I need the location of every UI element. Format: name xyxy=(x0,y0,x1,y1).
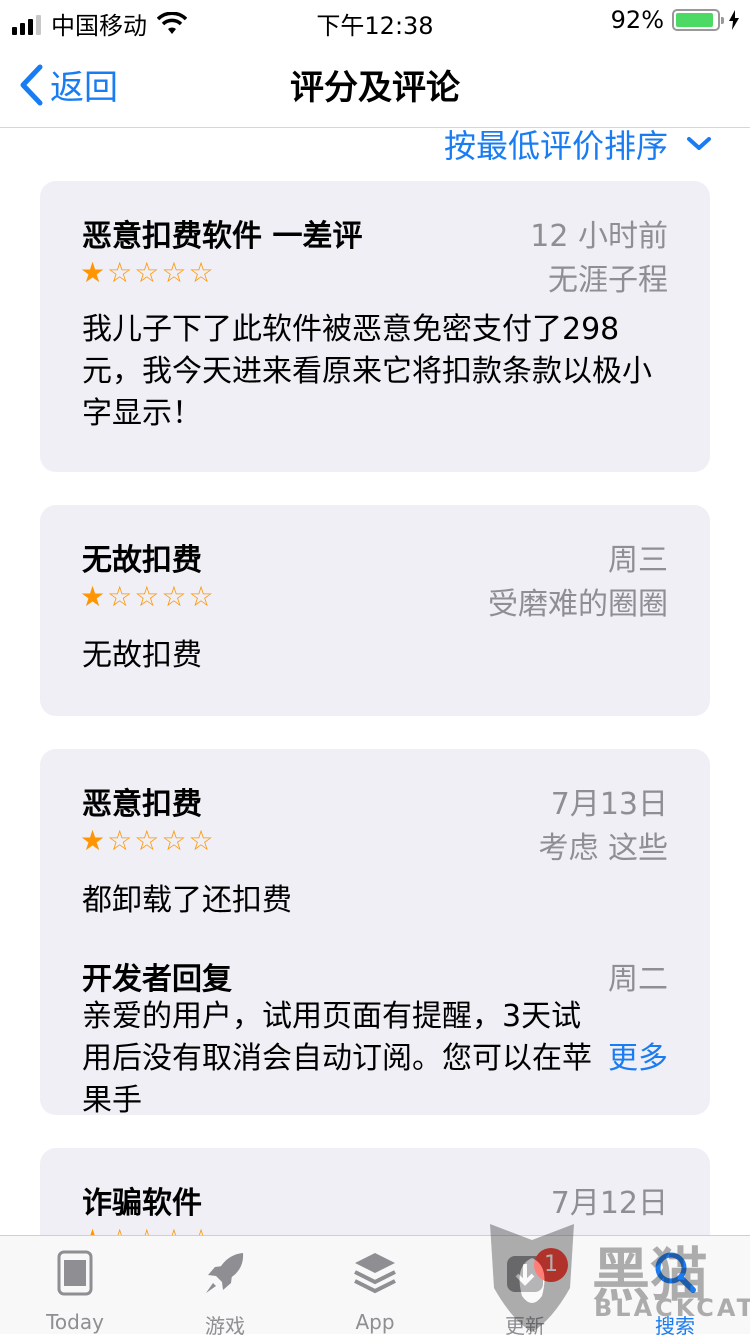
star-filled-icon: ★ xyxy=(80,824,106,857)
star-empty-icon: ☆ xyxy=(134,1224,159,1236)
search-icon xyxy=(655,1252,696,1293)
developer-reply-date: 周二 xyxy=(608,962,668,997)
review-author: 无涯子程 xyxy=(548,263,668,298)
star-empty-icon: ☆ xyxy=(107,256,133,289)
tab-apps[interactable]: App xyxy=(300,1246,450,1334)
star-empty-icon: ☆ xyxy=(134,824,160,857)
review-title: 无故扣费 xyxy=(82,543,202,578)
chevron-down-icon xyxy=(687,137,711,150)
sort-selector[interactable]: 按最低评价排序 xyxy=(444,129,712,167)
star-filled-icon: ★ xyxy=(80,580,106,613)
layers-icon xyxy=(354,1253,396,1294)
tab-bar: Today 游戏 App 1 更新 搜索 xyxy=(0,1235,750,1338)
review-body: 无故扣费 xyxy=(82,638,202,673)
star-rating: ★☆☆☆☆ xyxy=(80,257,214,289)
tab-updates[interactable]: 1 更新 xyxy=(450,1246,600,1339)
review-title: 恶意扣费软件 一差评 xyxy=(82,219,363,254)
sort-label: 按最低评价排序 xyxy=(443,129,668,165)
star-empty-icon: ☆ xyxy=(134,580,160,613)
star-empty-icon: ☆ xyxy=(188,580,214,613)
review-author: 受磨难的圈圈 xyxy=(488,587,668,622)
status-bar: 中国移动 下午12:38 92% xyxy=(0,0,750,40)
star-empty-icon: ☆ xyxy=(107,580,133,613)
tab-label: Today xyxy=(46,1310,104,1334)
star-rating: ★☆☆☆☆ xyxy=(80,1224,214,1236)
more-link[interactable]: 更多 xyxy=(608,1038,668,1080)
review-body: 都卸载了还扣费 xyxy=(82,883,292,918)
review-card[interactable]: 无故扣费 周三 受磨难的圈圈 ★ ☆ ☆ ☆ ☆ 无故扣费 xyxy=(40,505,710,716)
star-empty-icon: ☆ xyxy=(188,824,214,857)
review-card[interactable]: 恶意扣费 7月13日 考虑 这些 ★ ☆ ☆ ☆ ☆ 都卸载了还扣费 开发者回复 周二 … xyxy=(40,749,710,1118)
review-card[interactable]: 诈骗软件 7月12日 ★☆☆☆☆ xyxy=(40,1148,710,1235)
review-title: 恶意扣费 xyxy=(82,787,202,822)
review-date: 7月12日 xyxy=(550,1186,668,1221)
review-date: 7月13日 xyxy=(550,787,668,822)
star-empty-icon: ☆ xyxy=(161,824,187,857)
review-body: 我儿子下了此软件被恶意免密支付了298元，我今天进来看原来它将扣款条款以极小字显… xyxy=(82,312,652,431)
star-empty-icon: ☆ xyxy=(107,824,133,857)
review-date: 12 小时前 xyxy=(530,219,668,254)
update-count-badge: 1 xyxy=(534,1248,568,1282)
star-empty-icon: ☆ xyxy=(161,256,187,289)
battery-group: 92% xyxy=(611,6,740,34)
review-author: 考虑 这些 xyxy=(538,831,668,866)
rocket-icon xyxy=(206,1253,244,1293)
developer-reply-title: 开发者回复 xyxy=(82,962,232,997)
tab-label: 更新 xyxy=(505,1314,545,1338)
star-empty-icon: ☆ xyxy=(188,256,214,289)
review-card[interactable]: 恶意扣费软件 一差评 12 小时前 无涯子程 ★ ☆ ☆ ☆ ☆ 我儿子下了此软件被恶意… xyxy=(40,181,710,472)
charging-icon xyxy=(729,10,739,30)
today-icon xyxy=(57,1250,93,1296)
tab-label: 游戏 xyxy=(205,1314,245,1338)
tab-search[interactable]: 搜索 xyxy=(600,1246,750,1339)
page-title: 评分及评论 xyxy=(290,68,460,108)
navigation-bar: 返回 评分及评论 xyxy=(0,40,750,128)
star-empty-icon: ☆ xyxy=(107,1224,132,1236)
reviews-list[interactable]: 按最低评价排序 恶意扣费软件 一差评 12 小时前 无涯子程 ★ ☆ ☆ ☆ ☆ 我儿子… xyxy=(0,129,750,1235)
review-title: 诈骗软件 xyxy=(82,1186,202,1221)
star-filled-icon: ★ xyxy=(80,256,106,289)
tab-today[interactable]: Today xyxy=(0,1246,150,1334)
star-empty-icon: ☆ xyxy=(161,1224,186,1236)
developer-reply-body: 亲爱的用户，试用页面有提醒，3天试用后没有取消会自动订阅。您可以在苹果手 xyxy=(82,999,592,1118)
battery-icon xyxy=(672,9,724,31)
star-empty-icon: ☆ xyxy=(161,580,187,613)
tab-label: App xyxy=(355,1310,395,1334)
star-rating: ★☆☆☆☆ xyxy=(80,825,214,857)
review-date: 周三 xyxy=(608,543,668,578)
star-filled-icon: ★ xyxy=(80,1224,105,1236)
tab-label: 搜索 xyxy=(655,1314,695,1338)
star-empty-icon: ☆ xyxy=(134,256,160,289)
tab-games[interactable]: 游戏 xyxy=(150,1246,300,1339)
star-empty-icon: ☆ xyxy=(188,1224,213,1236)
star-rating: ★☆☆☆☆ xyxy=(80,581,214,613)
battery-percent: 92% xyxy=(610,6,664,34)
